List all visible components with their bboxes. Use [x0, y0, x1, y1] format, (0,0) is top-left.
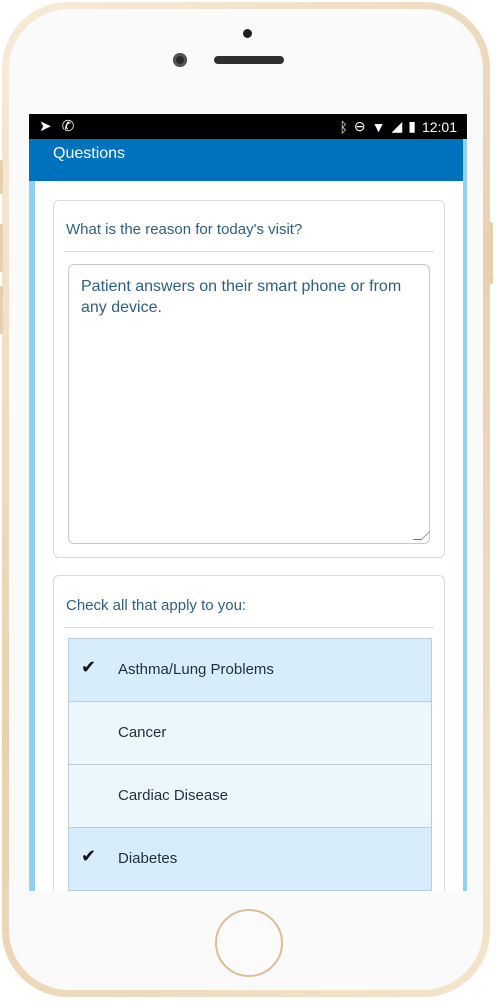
visit-reason-input[interactable]: Patient answers on their smart phone or … [68, 264, 431, 544]
status-left-icons: ➤ ✆ [39, 117, 74, 135]
visit-reason-question: What is the reason for today's visit? [66, 221, 303, 238]
home-button[interactable] [215, 909, 283, 977]
battery-icon: ▮ [408, 118, 416, 134]
power-button [489, 222, 493, 284]
earpiece-speaker [214, 56, 284, 64]
conditions-list: ✔ Asthma/Lung Problems Cancer Cardiac Di… [68, 638, 432, 891]
app-bar: Questions [29, 139, 463, 181]
condition-item-cardiac[interactable]: Cardiac Disease [69, 765, 431, 828]
condition-item-diabetes[interactable]: ✔ Diabetes [69, 828, 431, 891]
condition-item-asthma[interactable]: ✔ Asthma/Lung Problems [69, 639, 431, 702]
volume-down-button [0, 286, 3, 334]
bluetooth-icon: ᛒ [339, 118, 348, 135]
status-time: 12:01 [421, 118, 457, 135]
condition-label: Cancer [118, 724, 167, 741]
card-divider [64, 251, 434, 252]
phone-call-icon: ✆ [61, 118, 75, 135]
conditions-card: Check all that apply to you: ✔ Asthma/Lu… [53, 575, 445, 891]
volume-up-button [0, 224, 3, 272]
condition-label: Diabetes [118, 850, 178, 867]
condition-item-cancer[interactable]: Cancer [69, 702, 431, 765]
phone-screen: ➤ ✆ ᛒ ⊖ ▼ ◢ ▮ 12:01 Questions What is th… [29, 114, 467, 891]
status-right-icons: ᛒ ⊖ ▼ ◢ ▮ 12:01 [339, 118, 457, 135]
conditions-question: Check all that apply to you: [66, 597, 247, 614]
resize-handle-icon[interactable] [412, 531, 431, 540]
signal-icon: ◢ [391, 118, 403, 134]
front-camera [173, 53, 187, 67]
checkmark-icon: ✔ [81, 657, 97, 677]
condition-label: Asthma/Lung Problems [118, 661, 274, 678]
card-divider [64, 627, 434, 628]
proximity-sensor [243, 29, 252, 38]
visit-reason-answer: Patient answers on their smart phone or … [81, 278, 402, 316]
do-not-disturb-icon: ⊖ [353, 118, 366, 134]
status-bar: ➤ ✆ ᛒ ⊖ ▼ ◢ ▮ 12:01 [29, 114, 467, 139]
mute-switch [0, 160, 3, 194]
checkmark-icon: ✔ [81, 846, 97, 866]
content-area: What is the reason for today's visit? Pa… [35, 181, 463, 891]
visit-reason-card: What is the reason for today's visit? Pa… [53, 200, 445, 558]
wifi-icon: ▼ [371, 118, 386, 135]
navigation-arrow-icon: ➤ [39, 118, 52, 135]
page-title: Questions [53, 145, 126, 162]
condition-label: Cardiac Disease [118, 787, 229, 804]
